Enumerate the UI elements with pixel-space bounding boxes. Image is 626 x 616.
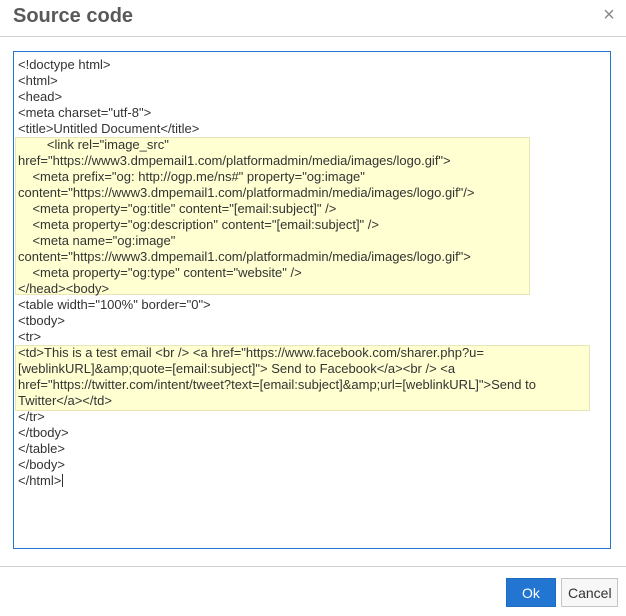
code-line-last: </html>	[18, 473, 606, 489]
dialog-title: Source code	[13, 5, 134, 27]
code-line: [weblinkURL]&amp;quote=[email:subject]">…	[18, 361, 456, 376]
cancel-button[interactable]: Cancel	[561, 578, 618, 607]
source-code-textarea[interactable]: <!doctype html> <html> <head> <meta char…	[13, 51, 611, 549]
code-line: <meta property="og:type" content="websit…	[18, 265, 302, 280]
code-line: Twitter</a></td>	[18, 393, 112, 408]
close-icon[interactable]: ×	[598, 4, 620, 26]
code-line-text: </html>	[18, 473, 62, 488]
code-line: <link rel="image_src"	[18, 137, 169, 152]
code-line: content="https://www3.dmpemail1.com/plat…	[18, 185, 475, 200]
code-line: <table width="100%" border="0">	[18, 297, 211, 312]
code-line: <meta property="og:title" content="[emai…	[18, 201, 337, 216]
code-line: <meta prefix="og: http://ogp.me/ns#" pro…	[18, 169, 365, 184]
dialog-header: Source code ×	[0, 0, 626, 37]
text-caret	[62, 474, 64, 487]
code-lines: <!doctype html> <html> <head> <meta char…	[18, 57, 606, 489]
code-line: <title>Untitled Document</title>	[18, 121, 200, 136]
code-line: <head>	[18, 89, 63, 104]
code-line: <meta charset="utf-8">	[18, 105, 152, 120]
dialog-footer: Ok Cancel	[0, 566, 626, 616]
code-line: <meta property="og:description" content=…	[18, 217, 379, 232]
code-line: </table>	[18, 441, 65, 456]
code-line: </tbody>	[18, 425, 69, 440]
code-line: <!doctype html>	[18, 57, 111, 72]
code-line: <td>This is a test email <br /> <a href=…	[18, 345, 485, 360]
code-line: content="https://www3.dmpemail1.com/plat…	[18, 249, 471, 264]
code-line: </body>	[18, 457, 65, 472]
code-line: href="https://twitter.com/intent/tweet?t…	[18, 377, 536, 392]
code-line: <meta name="og:image"	[18, 233, 176, 248]
source-code-dialog: Source code × <!doctype html> <html> <he…	[0, 0, 626, 615]
code-line: <tr>	[18, 329, 42, 344]
code-line: <tbody>	[18, 313, 65, 328]
code-line: href="https://www3.dmpemail1.com/platfor…	[18, 153, 451, 168]
code-line: </tr>	[18, 409, 45, 424]
ok-button[interactable]: Ok	[506, 578, 556, 607]
code-line: <html>	[18, 73, 58, 88]
code-line: </head><body>	[18, 281, 110, 296]
